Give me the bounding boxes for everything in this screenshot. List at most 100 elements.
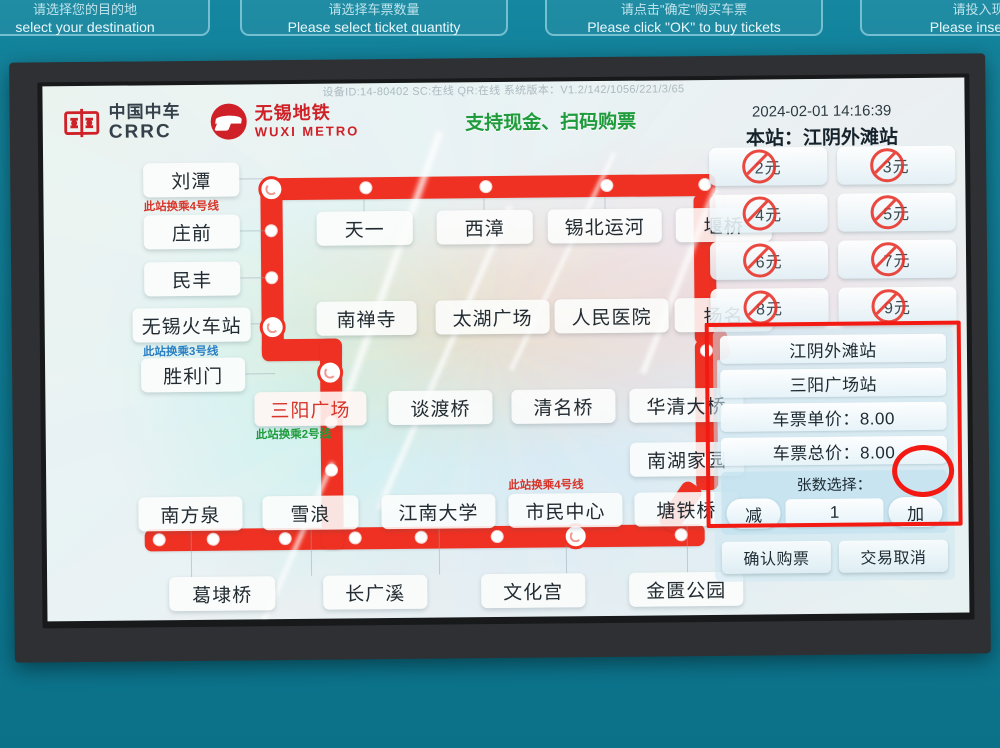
fare-button[interactable]: 6元 — [709, 240, 829, 280]
station-button[interactable]: 三阳广场 — [254, 391, 367, 427]
instruction-en-1: Please select ticket quantity — [287, 19, 461, 35]
fare-button[interactable]: 8元 — [710, 287, 829, 327]
kiosk-wall: 请选择您的目的地 select your destination 请选择车票数量… — [0, 0, 1000, 748]
wuxi-metro-emblem-icon — [210, 103, 247, 140]
instruction-card-0: 请选择您的目的地 select your destination — [0, 0, 210, 36]
quantity-stepper[interactable]: 减 1 加 — [726, 496, 943, 529]
instruction-card-3: 请投入现金 Please insert coin — [860, 0, 1000, 36]
station-button[interactable]: 清名桥 — [511, 388, 616, 424]
instruction-cn-0: 请选择您的目的地 — [32, 3, 137, 17]
station-button[interactable]: 葛埭桥 — [169, 576, 276, 612]
station-button[interactable]: 天一 — [316, 210, 413, 246]
station-button[interactable]: 刘潭 — [143, 162, 240, 198]
station-button[interactable]: 胜利门 — [140, 357, 246, 393]
no-entry-icon — [743, 290, 778, 325]
fare-button[interactable]: 7元 — [837, 239, 957, 279]
station-dot — [479, 180, 493, 194]
instruction-cn-1: 请选择车票数量 — [328, 3, 420, 17]
quantity-selector[interactable]: 张数选择： 减 1 加 — [721, 469, 948, 535]
fare-button[interactable]: 2元 — [708, 146, 828, 186]
crrc-name-en: CRRC — [108, 121, 172, 143]
connector — [245, 373, 276, 375]
payment-promo-text: 支持现金、扫码购票 — [465, 111, 637, 135]
station-button[interactable]: 文化宫 — [481, 573, 586, 609]
fare-button[interactable]: 9元 — [838, 286, 957, 326]
station-button[interactable]: 南禅寺 — [316, 300, 417, 336]
cancel-transaction-button[interactable]: 交易取消 — [838, 539, 949, 573]
instruction-en-2: Please click "OK" to buy tickets — [587, 19, 781, 35]
interchange-note-layer: 此站换乘4号线 此站换乘3号线 此站换乘2号线 此站换乘4号线 — [53, 150, 725, 492]
metro-line-map[interactable]: 刘潭庄前民丰无锡火车站胜利门天一西漳锡北运河堰桥南禅寺太湖广场人民医院扬名三阳广… — [53, 129, 773, 622]
action-button-row[interactable]: 确认购票 交易取消 — [721, 539, 949, 574]
interchange-note: 此站换乘4号线 — [508, 479, 584, 492]
interchange-marker-wuxi-railway-station — [259, 314, 286, 341]
fare-button-grid[interactable]: 2元 3元 4元 5元 6元 7元 8元 9元 — [708, 145, 957, 327]
increase-quantity-button[interactable]: 加 — [888, 496, 943, 528]
wuxi-metro-logo: 无锡地铁 WUXI METRO — [210, 102, 360, 140]
station-dot — [600, 178, 614, 193]
logo-row: 中国中车 CRRC 无锡地铁 WUXI METRO — [63, 101, 360, 143]
fare-button[interactable]: 5元 — [837, 192, 956, 232]
instruction-strip: 请选择您的目的地 select your destination 请选择车票数量… — [0, 0, 1000, 56]
interchange-marker-liutan — [258, 176, 285, 203]
station-button[interactable]: 雪浪 — [262, 495, 359, 531]
instruction-cn-3: 请投入现金 — [952, 3, 1000, 17]
decrease-quantity-button[interactable]: 减 — [726, 498, 781, 529]
station-button[interactable]: 无锡火车站 — [132, 307, 251, 343]
station-button[interactable]: 民丰 — [144, 261, 241, 297]
ticket-selection-pane[interactable]: 2元 3元 4元 5元 6元 7元 8元 9元 江阴外滩站 三阳广场站 车票单价：8.00 车… — [703, 145, 965, 609]
no-entry-icon — [870, 242, 906, 277]
screen-glare — [374, 204, 515, 511]
crrc-name-cn: 中国中车 — [108, 102, 181, 122]
quantity-value: 1 — [785, 498, 884, 528]
interchange-note: 此站换乘2号线 — [255, 428, 332, 442]
no-entry-icon — [870, 148, 905, 183]
station-dot — [265, 271, 279, 285]
no-entry-icon — [742, 196, 777, 231]
instruction-en-3: Please insert coin — [929, 19, 1000, 35]
interchange-marker-sanyang-plaza — [317, 359, 344, 386]
station-button[interactable]: 锡北运河 — [547, 208, 662, 244]
crrc-emblem-icon — [63, 106, 101, 140]
connector — [483, 198, 485, 211]
fare-button[interactable]: 4元 — [709, 193, 828, 233]
instruction-en-0: select your destination — [15, 19, 155, 35]
station-dot — [264, 224, 278, 238]
station-dot — [674, 528, 688, 542]
station-button-layer[interactable]: 刘潭庄前民丰无锡火车站胜利门天一西漳锡北运河堰桥南禅寺太湖广场人民医院扬名三阳广… — [53, 150, 773, 612]
instruction-card-1: 请选择车票数量 Please select ticket quantity — [240, 0, 508, 36]
fare-button[interactable]: 3元 — [836, 145, 956, 185]
wuxi-metro-wordmark: 无锡地铁 WUXI METRO — [254, 103, 360, 140]
station-button[interactable]: 谈渡桥 — [388, 390, 493, 426]
quantity-title: 张数选择： — [796, 476, 872, 495]
line-segment-bottom-joint — [321, 527, 344, 550]
station-dot — [414, 530, 428, 544]
station-button[interactable]: 长广溪 — [323, 574, 428, 610]
station-button[interactable]: 人民医院 — [554, 298, 669, 334]
station-button[interactable]: 西漳 — [436, 209, 533, 245]
ticket-summary-panel[interactable]: 江阴外滩站 三阳广场站 车票单价：8.00 车票总价：8.00 张数选择： 减 … — [712, 327, 956, 582]
no-entry-icon — [742, 243, 778, 278]
instruction-cn-2: 请点击"确定"购买车票 — [620, 3, 748, 17]
station-dot — [348, 531, 362, 545]
interchange-note: 此站换乘3号线 — [142, 345, 219, 359]
station-dot — [490, 529, 504, 544]
connector — [239, 178, 264, 180]
no-entry-icon — [871, 289, 906, 324]
station-dot — [278, 532, 292, 546]
station-button[interactable]: 庄前 — [143, 214, 240, 250]
station-dot — [206, 532, 220, 546]
station-button[interactable]: 太湖广场 — [435, 299, 550, 335]
connector — [363, 199, 365, 212]
station-button[interactable]: 江南大学 — [381, 494, 496, 530]
station-dot — [359, 181, 373, 195]
destination-station-row: 三阳广场站 — [720, 367, 947, 398]
station-button[interactable]: 市民中心 — [508, 492, 623, 528]
touchscreen[interactable]: 设备ID:14-80402 SC:在线 QR:在线 系统版本：V1.2/142/… — [42, 77, 970, 622]
no-entry-icon — [870, 195, 905, 230]
confirm-purchase-button[interactable]: 确认购票 — [721, 540, 832, 574]
datetime-display: 2024-02-01 14:16:39 — [751, 102, 892, 121]
total-price-row: 车票总价：8.00 — [720, 435, 948, 466]
metro-name-en: WUXI METRO — [254, 123, 360, 140]
station-button[interactable]: 南方泉 — [138, 496, 243, 532]
